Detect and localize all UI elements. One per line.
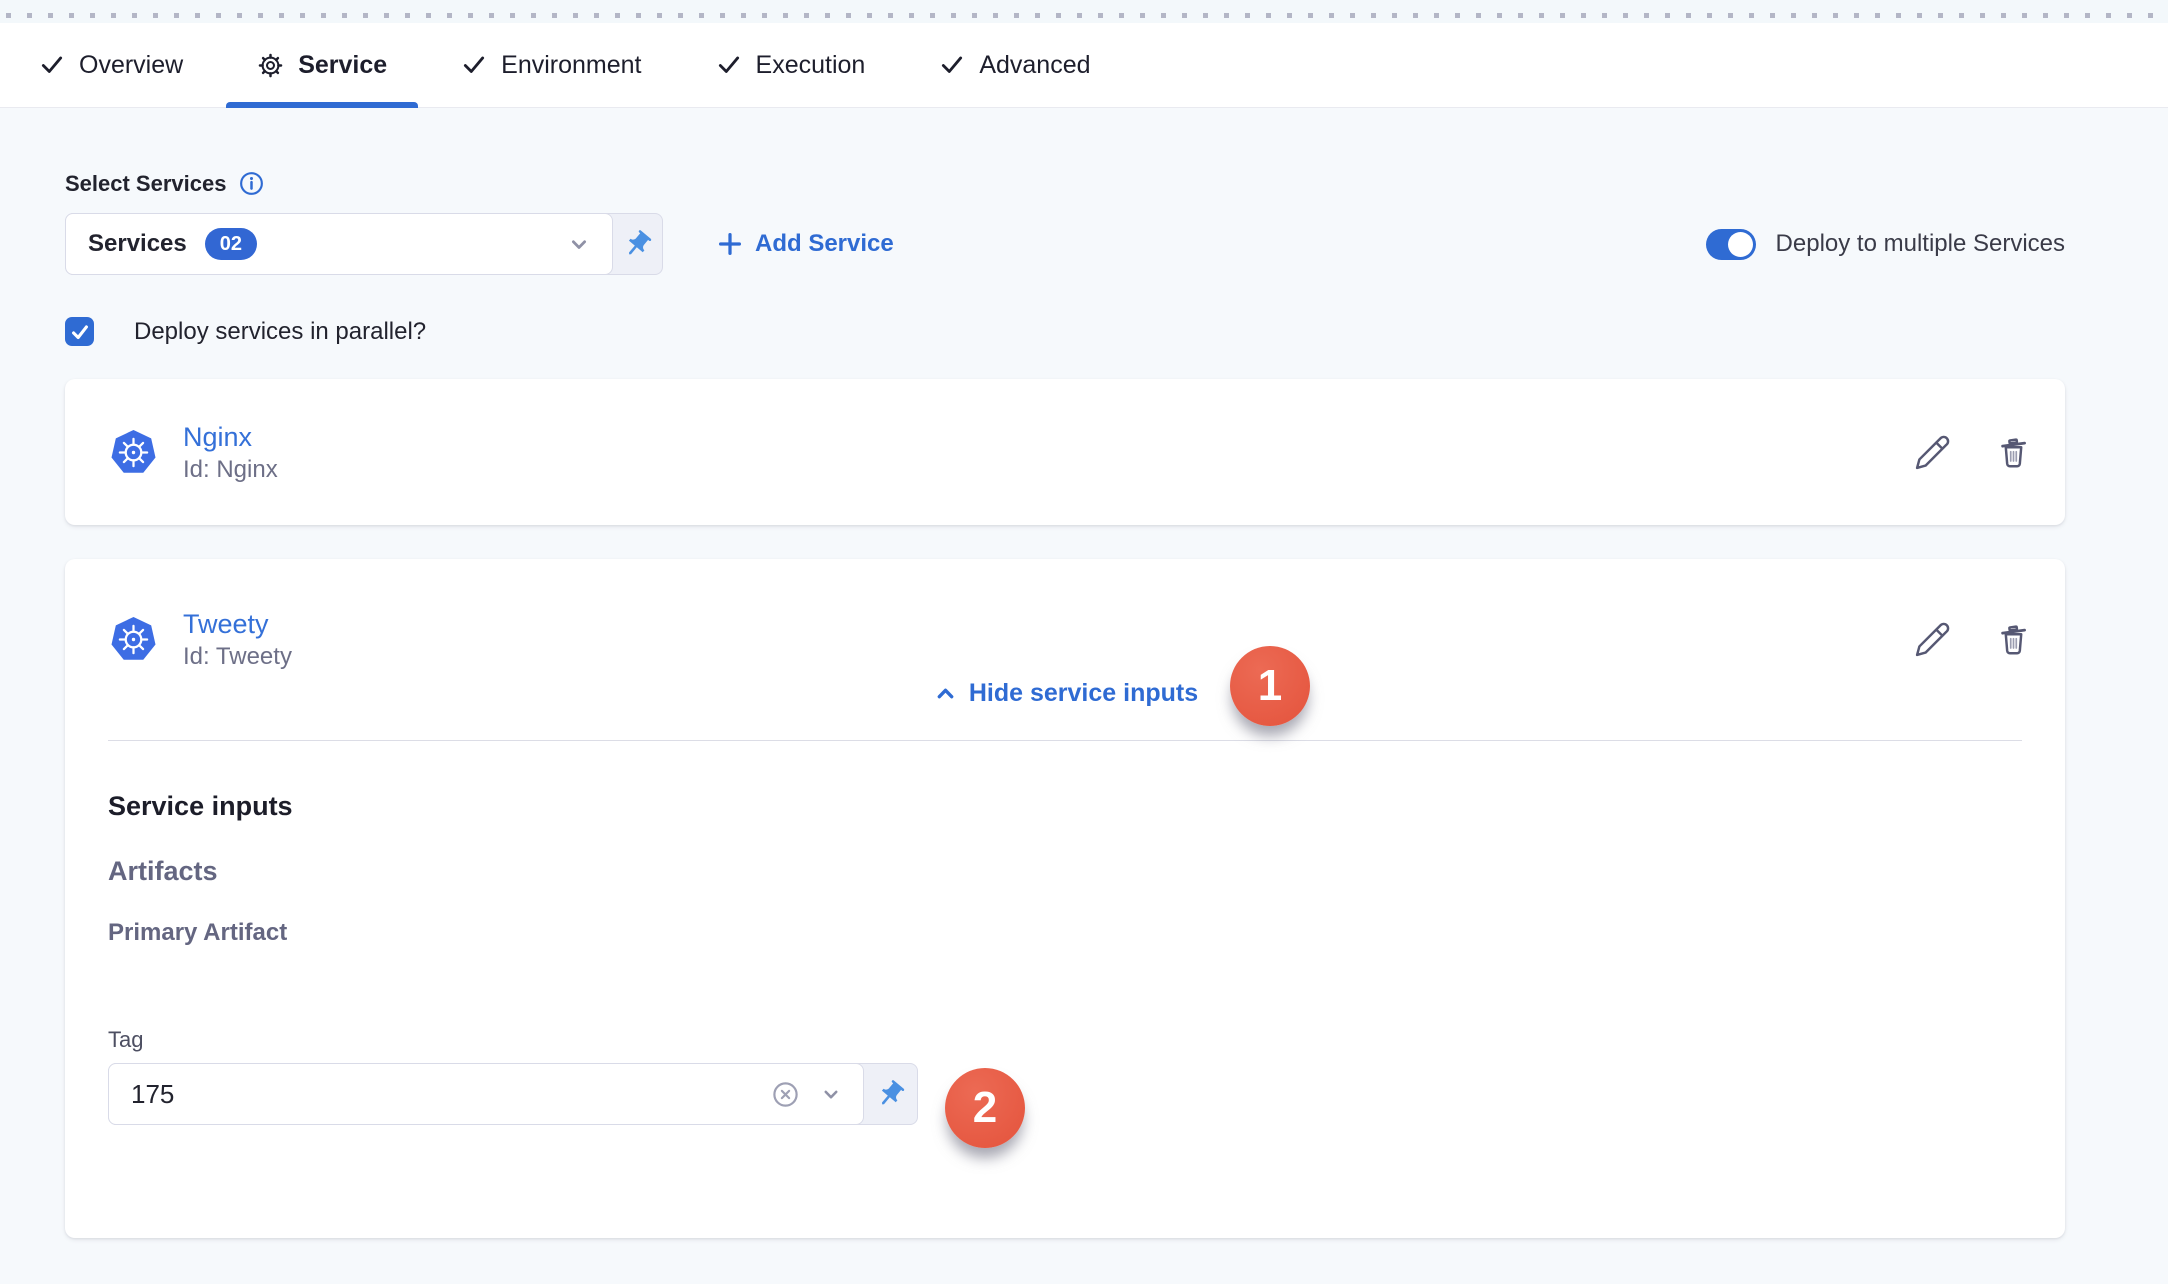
tab-service[interactable]: Service — [220, 23, 424, 107]
tab-label: Execution — [756, 51, 866, 80]
runtime-input-pin-button[interactable] — [612, 214, 662, 274]
dotted-border — [6, 13, 2168, 18]
section-divider — [108, 740, 2022, 741]
tag-field-label: Tag — [108, 1027, 2022, 1053]
service-name-link[interactable]: Nginx — [183, 420, 278, 454]
edit-service-button[interactable] — [1914, 621, 1951, 658]
toggle-knob — [1728, 232, 1753, 257]
check-icon — [461, 52, 487, 78]
kubernetes-icon — [110, 616, 157, 663]
parallel-deploy-label: Deploy services in parallel? — [134, 318, 426, 346]
edit-service-button[interactable] — [1914, 434, 1951, 471]
add-service-button[interactable]: Add Service — [715, 229, 894, 259]
clear-input-icon[interactable] — [770, 1079, 801, 1110]
services-count-badge: 02 — [205, 228, 257, 260]
hide-service-inputs-link[interactable]: Hide service inputs — [65, 676, 2065, 710]
pin-icon — [622, 229, 653, 260]
services-dropdown-value: Services — [88, 230, 187, 258]
check-icon — [716, 52, 742, 78]
chevron-down-icon[interactable] — [564, 229, 594, 259]
annotation-badge-1: 1 — [1230, 646, 1310, 726]
tag-input[interactable] — [131, 1079, 770, 1110]
pin-icon — [875, 1079, 906, 1110]
kubernetes-icon — [110, 429, 157, 476]
parallel-deploy-checkbox[interactable] — [65, 317, 94, 346]
service-inputs-title: Service inputs — [108, 791, 2022, 822]
chevron-down-icon[interactable] — [817, 1080, 845, 1108]
services-dropdown: Services 02 — [65, 213, 663, 275]
services-dropdown-field[interactable]: Services 02 — [65, 213, 613, 275]
tab-label: Overview — [79, 51, 183, 80]
deploy-multiple-toggle[interactable] — [1706, 229, 1756, 260]
plus-icon — [715, 229, 745, 259]
top-dotted-strip — [0, 0, 2168, 23]
service-card-tweety: Tweety Id: Tweety — [65, 559, 2065, 1238]
tab-execution[interactable]: Execution — [679, 23, 903, 107]
tab-overview[interactable]: Overview — [2, 23, 220, 107]
check-icon — [939, 52, 965, 78]
active-tab-underline — [226, 102, 418, 108]
tab-label: Environment — [501, 51, 641, 80]
stage-tabbar: Overview Service Envi — [0, 23, 2168, 108]
runtime-input-pin-button[interactable] — [863, 1064, 917, 1124]
add-service-label: Add Service — [755, 230, 894, 258]
service-name-link[interactable]: Tweety — [183, 607, 292, 641]
artifacts-title: Artifacts — [108, 856, 2022, 887]
tag-input-group — [108, 1063, 918, 1125]
hide-service-inputs-label: Hide service inputs — [969, 679, 1198, 708]
tab-advanced[interactable]: Advanced — [902, 23, 1127, 107]
chevron-up-icon — [932, 680, 959, 707]
select-services-label: Select Services — [65, 171, 226, 197]
tab-label: Service — [298, 51, 387, 80]
deploy-multiple-label: Deploy to multiple Services — [1776, 230, 2065, 258]
info-icon[interactable] — [238, 170, 265, 197]
delete-service-button[interactable] — [1995, 621, 2032, 658]
tab-environment[interactable]: Environment — [424, 23, 678, 107]
service-card-nginx: Nginx Id: Nginx — [65, 379, 2065, 525]
service-id-text: Id: Nginx — [183, 454, 278, 485]
service-config-page: Overview Service Envi — [0, 0, 2168, 1284]
annotation-badge-2: 2 — [945, 1068, 1025, 1148]
primary-artifact-title: Primary Artifact — [108, 919, 2022, 947]
tab-label: Advanced — [979, 51, 1090, 80]
delete-service-button[interactable] — [1995, 434, 2032, 471]
service-tab-content: Select Services Services 02 — [0, 170, 2168, 1238]
service-id-text: Id: Tweety — [183, 641, 292, 672]
check-icon — [39, 52, 65, 78]
gear-icon — [257, 52, 284, 79]
